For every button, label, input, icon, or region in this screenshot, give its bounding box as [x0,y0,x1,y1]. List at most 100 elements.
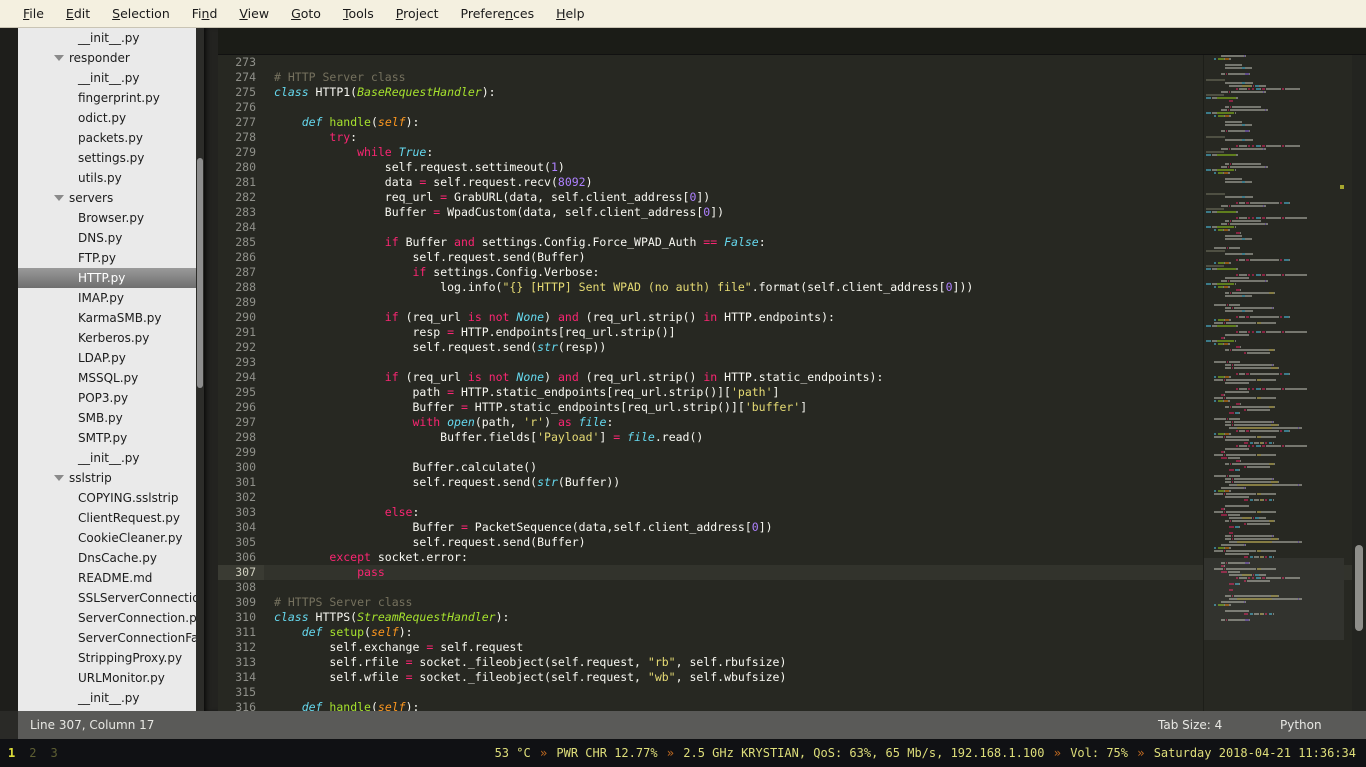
code-line[interactable]: 294 if (req_url is not None) and (req_ur… [218,370,1366,385]
code-line[interactable]: 292 self.request.send(str(resp)) [218,340,1366,355]
code-line[interactable]: 287 if settings.Config.Verbose: [218,265,1366,280]
sidebar-file[interactable]: HTTP.py [18,268,204,288]
code-line[interactable]: 303 else: [218,505,1366,520]
code-line[interactable]: 314 self.wfile = socket._fileobject(self… [218,670,1366,685]
code-line[interactable]: 298 Buffer.fields['Payload'] = file.read… [218,430,1366,445]
code-line[interactable]: 312 self.exchange = self.request [218,640,1366,655]
sidebar-file[interactable]: IMAP.py [18,288,204,308]
workspace-2[interactable]: 2 [22,746,43,760]
sidebar-file[interactable]: StrippingProxy.py [18,648,204,668]
chevron-down-icon[interactable] [54,55,64,61]
code-area[interactable]: 273274# HTTP Server class275class HTTP1(… [218,55,1366,711]
code-line[interactable]: 291 resp = HTTP.endpoints[req_url.strip(… [218,325,1366,340]
sidebar-file[interactable]: utils.py [18,168,204,188]
sidebar-file[interactable]: POP3.py [18,388,204,408]
code-line[interactable]: 285 if Buffer and settings.Config.Force_… [218,235,1366,250]
code-line[interactable]: 284 [218,220,1366,235]
sidebar-file[interactable]: MSSQL.py [18,368,204,388]
menu-item-goto[interactable]: Goto [280,0,332,27]
sidebar-file[interactable]: __init__.py [18,448,204,468]
menu-item-edit[interactable]: Edit [55,0,101,27]
sidebar-file[interactable]: __init__.py [18,688,204,708]
syntax-language-label[interactable]: Python [1280,718,1322,732]
sidebar-folder[interactable]: sslstrip [18,468,204,488]
sidebar-file[interactable]: __init__.py [18,28,204,48]
code-line[interactable]: 281 data = self.request.recv(8092) [218,175,1366,190]
code-line[interactable]: 306 except socket.error: [218,550,1366,565]
sidebar-folder[interactable]: servers [18,188,204,208]
menu-item-view[interactable]: View [228,0,280,27]
sidebar-file[interactable]: Kerberos.py [18,328,204,348]
sidebar-file[interactable]: SMTP.py [18,428,204,448]
sidebar-file[interactable]: SMB.py [18,408,204,428]
sidebar-file[interactable]: odict.py [18,108,204,128]
chevron-down-icon[interactable] [54,195,64,201]
sidebar-file[interactable]: CookieCleaner.py [18,528,204,548]
sidebar-file[interactable]: ServerConnectionFact [18,628,204,648]
code-line[interactable]: 309# HTTPS Server class [218,595,1366,610]
menu-item-selection[interactable]: Selection [101,0,181,27]
sidebar-file[interactable]: FTP.py [18,248,204,268]
code-line[interactable]: 276 [218,100,1366,115]
workspace-3[interactable]: 3 [43,746,64,760]
code-line[interactable]: 302 [218,490,1366,505]
sidebar-file[interactable]: DNS.py [18,228,204,248]
sidebar-file[interactable]: KarmaSMB.py [18,308,204,328]
minimap[interactable] [1204,55,1344,711]
code-line[interactable]: 274# HTTP Server class [218,70,1366,85]
tab-size-label[interactable]: Tab Size: 4 [1158,718,1222,732]
code-line[interactable]: 310class HTTPS(StreamRequestHandler): [218,610,1366,625]
code-line[interactable]: 286 self.request.send(Buffer) [218,250,1366,265]
sidebar-file[interactable]: README.md [18,568,204,588]
code-line[interactable]: 300 Buffer.calculate() [218,460,1366,475]
workspace-switcher[interactable]: 123 [0,746,65,760]
menu-item-project[interactable]: Project [385,0,450,27]
menu-item-file[interactable]: File [12,0,55,27]
code-line[interactable]: 299 [218,445,1366,460]
sidebar-scrollbar-thumb[interactable] [197,158,203,388]
editor-scrollbar-thumb[interactable] [1355,545,1363,631]
chevron-down-icon[interactable] [54,475,64,481]
code-line[interactable]: 305 self.request.send(Buffer) [218,535,1366,550]
code-line[interactable]: 273 [218,55,1366,70]
code-line[interactable]: 280 self.request.settimeout(1) [218,160,1366,175]
sidebar-file[interactable]: __init__.py [18,68,204,88]
sidebar-file[interactable]: URLMonitor.py [18,668,204,688]
sidebar-file-tree[interactable]: __init__.pyresponder__init__.pyfingerpri… [18,28,204,711]
sidebar-file[interactable]: SSLServerConnection. [18,588,204,608]
sidebar-file[interactable]: LDAP.py [18,348,204,368]
sidebar-file[interactable]: ClientRequest.py [18,508,204,528]
code-line[interactable]: 308 [218,580,1366,595]
code-line[interactable]: 282 req_url = GrabURL(data, self.client_… [218,190,1366,205]
code-line[interactable]: 296 Buffer = HTTP.static_endpoints[req_u… [218,400,1366,415]
code-line[interactable]: 297 with open(path, 'r') as file: [218,415,1366,430]
code-line[interactable]: 304 Buffer = PacketSequence(data,self.cl… [218,520,1366,535]
code-line[interactable]: 301 self.request.send(str(Buffer)) [218,475,1366,490]
sidebar-scrollbar-track[interactable] [196,28,204,711]
menu-item-find[interactable]: Find [181,0,229,27]
code-line[interactable]: 313 self.rfile = socket._fileobject(self… [218,655,1366,670]
sidebar-file[interactable]: fingerprint.py [18,88,204,108]
sidebar-file[interactable]: Browser.py [18,208,204,228]
code-line[interactable]: 283 Buffer = WpadCustom(data, self.clien… [218,205,1366,220]
code-line[interactable]: 316 def handle(self): [218,700,1366,711]
code-line[interactable]: 279 while True: [218,145,1366,160]
code-line[interactable]: 275class HTTP1(BaseRequestHandler): [218,85,1366,100]
code-line[interactable]: 293 [218,355,1366,370]
code-line[interactable]: 288 log.info("{} [HTTP] Sent WPAD (no au… [218,280,1366,295]
sidebar-file[interactable]: DnsCache.py [18,548,204,568]
menu-item-help[interactable]: Help [545,0,596,27]
code-line[interactable]: 289 [218,295,1366,310]
sidebar-file[interactable]: packets.py [18,128,204,148]
sidebar-folder[interactable]: responder [18,48,204,68]
tab-bar[interactable] [218,28,1366,55]
sidebar-file[interactable]: COPYING.sslstrip [18,488,204,508]
code-line[interactable]: 311 def setup(self): [218,625,1366,640]
code-line[interactable]: 307 pass [218,565,1366,580]
code-line[interactable]: 277 def handle(self): [218,115,1366,130]
sidebar-file[interactable]: ServerConnection.py [18,608,204,628]
workspace-1[interactable]: 1 [0,746,22,760]
code-line[interactable]: 315 [218,685,1366,700]
code-line[interactable]: 295 path = HTTP.static_endpoints[req_url… [218,385,1366,400]
code-line[interactable]: 290 if (req_url is not None) and (req_ur… [218,310,1366,325]
